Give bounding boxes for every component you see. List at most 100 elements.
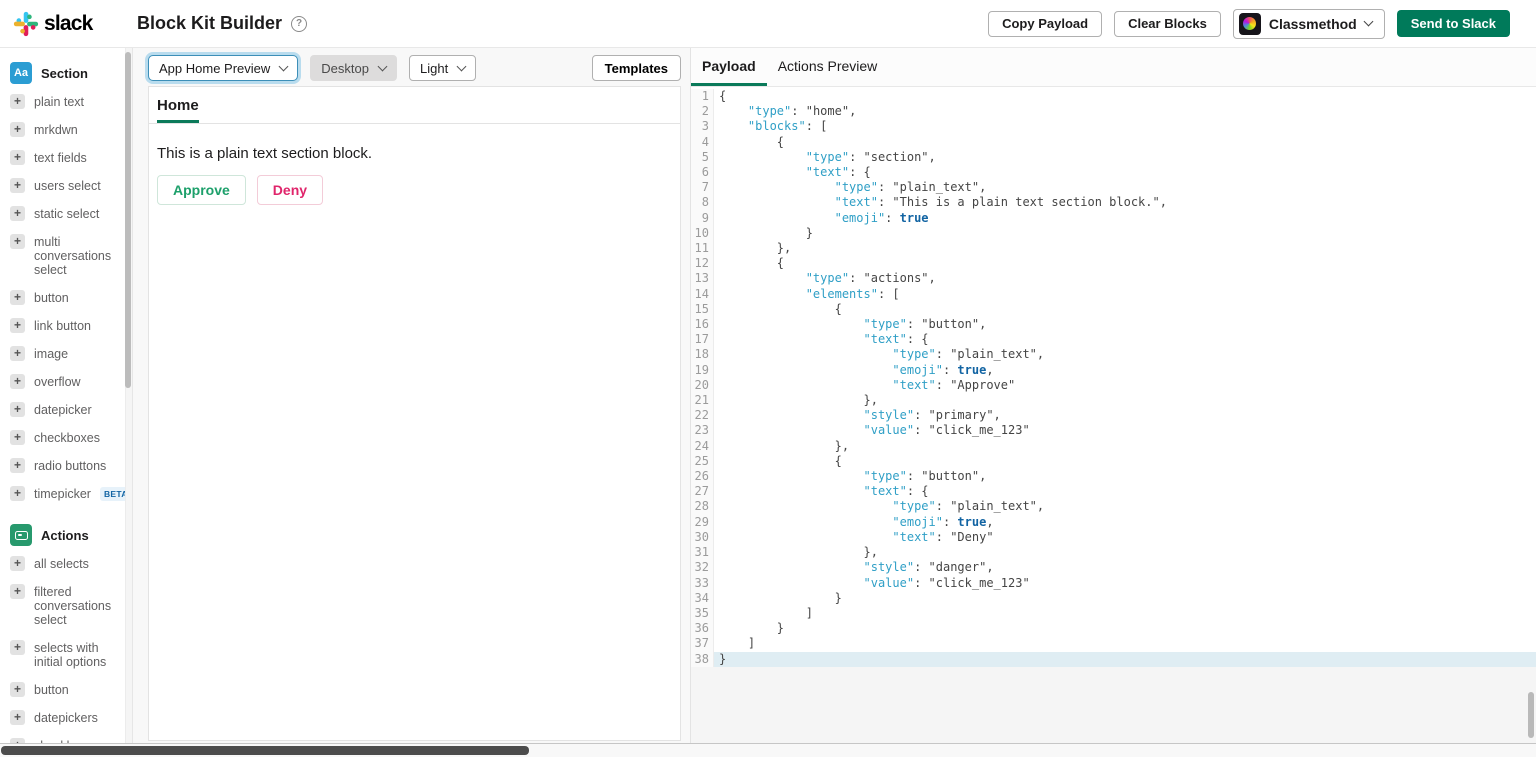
theme-value: Light — [419, 60, 449, 76]
line-number: 5 — [691, 149, 714, 166]
templates-button[interactable]: Templates — [591, 55, 681, 81]
workspace-select[interactable]: Classmethod — [1232, 8, 1385, 39]
horizontal-scrollbar-thumb[interactable] — [1, 746, 529, 755]
sidebar-item-timepicker[interactable]: + timepicker BETA — [10, 480, 132, 508]
sidebar-item-label: checkboxes — [34, 431, 101, 445]
tab-home[interactable]: Home — [157, 97, 199, 123]
main: Aa Section + plain text + mrkdwn + text fields +… — [0, 48, 1536, 743]
sidebar-item-label: all selects — [34, 557, 89, 571]
sidebar-group-actions: Actions — [10, 524, 116, 546]
sidebar-item-checkboxes[interactable]: +checkboxes — [10, 424, 116, 452]
tab-payload[interactable]: Payload — [691, 48, 767, 86]
sidebar-scrollbar-thumb[interactable] — [125, 52, 131, 388]
sidebar-item-label: multi conversations select — [34, 235, 112, 277]
line-number: 21 — [691, 393, 714, 409]
code-row: 28 "type": "plain_text", — [691, 499, 1536, 515]
line-number: 8 — [691, 195, 714, 211]
sidebar-item-radio-buttons[interactable]: + radio buttons — [10, 452, 116, 480]
preview-section-text: This is a plain text section block. — [157, 145, 373, 162]
code-row: 23 "value": "click_me_123" — [691, 423, 1536, 439]
sidebar-item-overflow[interactable]: + overflow — [10, 368, 116, 396]
code-row: 16 "type": "button", — [691, 317, 1536, 333]
line-number: 18 — [691, 347, 714, 363]
sidebar-item-static-select[interactable]: + static select — [10, 200, 116, 228]
workspace-name: Classmethod — [1268, 15, 1357, 32]
preview-mode-value: App Home Preview — [159, 60, 271, 76]
sidebar-item-label: timepicker — [34, 487, 91, 501]
sidebar-item-datepicker[interactable]: + datepicker — [10, 396, 116, 424]
code-row: 2 "type": "home", — [691, 104, 1536, 120]
code-line: { — [719, 453, 842, 468]
sidebar-item-label: users select — [34, 179, 101, 193]
approve-button[interactable]: Approve — [157, 175, 246, 205]
app-home-preview-card: Home This is a plain text section block.… — [148, 86, 681, 741]
sidebar-item-filtered-conversations-select[interactable]: + filtered conversations select — [10, 578, 116, 634]
preview-mode-select[interactable]: App Home Preview — [148, 55, 299, 81]
help-icon[interactable]: ? — [291, 15, 308, 32]
device-value: Desktop — [321, 60, 369, 76]
sidebar-item-label: selects with initial options — [34, 641, 107, 669]
sidebar-item-label: filtered conversations select — [34, 585, 112, 627]
sidebar-item-checkboxes[interactable]: +checkboxes — [10, 732, 116, 743]
plus-icon: + — [10, 584, 25, 599]
code-line: { — [719, 89, 727, 103]
code-row: 22 "style": "primary", — [691, 408, 1536, 424]
theme-select[interactable]: Light — [408, 55, 477, 81]
code-row: 35 ] — [691, 605, 1536, 622]
clear-blocks-button[interactable]: Clear Blocks — [1114, 10, 1221, 37]
code-line: "style": "danger", — [863, 560, 994, 575]
code-line: { — [719, 134, 785, 149]
payload-tabs: Payload Actions Preview — [691, 48, 1536, 87]
code-row: 9 "emoji": true — [691, 210, 1536, 226]
code-row: 7 "type": "plain_text", — [691, 180, 1536, 196]
line-number: 34 — [691, 590, 714, 606]
plus-icon: + — [10, 150, 25, 165]
code-row: 8 "text": "This is a plain text section … — [691, 195, 1536, 211]
line-number: 38 — [691, 651, 714, 667]
code-line: "elements": [ — [805, 286, 900, 301]
sidebar-item-mrkdwn[interactable]: + mrkdwn — [10, 116, 116, 144]
section-block-icon: Aa — [10, 62, 32, 84]
code-row: 14 "elements": [ — [691, 286, 1536, 302]
code-row: 1{ — [691, 89, 1536, 105]
code-line: "type": "section", — [805, 149, 936, 164]
sidebar-item-selects-with-initial-options[interactable]: + selects with initial options — [10, 634, 116, 676]
code-line: "text": { — [805, 165, 871, 180]
sidebar-item-button[interactable]: + button — [10, 676, 116, 704]
tab-actions-preview[interactable]: Actions Preview — [767, 48, 889, 86]
sidebar-item-link-button[interactable]: + link button — [10, 312, 116, 340]
payload-editor[interactable]: 1{2 "type": "home", 3 "blocks": [4 {5 "ty… — [691, 87, 1536, 667]
send-to-slack-button[interactable]: Send to Slack — [1396, 10, 1510, 37]
code-row: 30 "text": "Deny" — [691, 529, 1536, 546]
workspace-avatar — [1238, 12, 1261, 35]
sidebar-item-image[interactable]: + image — [10, 340, 116, 368]
code-line: } — [714, 651, 1536, 667]
sidebar-item-plain-text[interactable]: + plain text — [10, 88, 116, 116]
line-number: 31 — [691, 545, 714, 561]
line-number: 29 — [691, 514, 714, 530]
code-row: 12 { — [691, 256, 1536, 272]
payload-scrollbar-thumb[interactable] — [1528, 692, 1534, 738]
code-line: "text": { — [863, 484, 929, 499]
deny-button[interactable]: Deny — [256, 175, 324, 205]
sidebar-item-multi-conversations-select[interactable]: + multi conversations select — [10, 228, 116, 284]
code-row: 38} — [691, 651, 1536, 667]
horizontal-scrollbar-track[interactable] — [0, 743, 1536, 757]
copy-payload-button[interactable]: Copy Payload — [988, 10, 1103, 37]
sidebar-item-datepickers[interactable]: + datepickers — [10, 704, 116, 732]
code-row: 10 } — [691, 225, 1536, 242]
sidebar-item-users-select[interactable]: + users select — [10, 172, 116, 200]
code-row: 19 "emoji": true, — [691, 362, 1536, 378]
sidebar-item-all-selects[interactable]: + all selects — [10, 550, 116, 578]
code-row: 24 }, — [691, 438, 1536, 454]
preview-button-row: Approve Deny — [157, 175, 672, 205]
code-line: { — [719, 256, 785, 271]
preview-body: This is a plain text section block. Appr… — [149, 124, 680, 226]
slack-logo[interactable]: slack — [13, 11, 127, 37]
sidebar-item-text-fields[interactable]: + text fields — [10, 144, 116, 172]
code-row: 29 "emoji": true, — [691, 514, 1536, 530]
sidebar-item-button[interactable]: + button — [10, 284, 116, 312]
device-select[interactable]: Desktop — [310, 55, 397, 81]
sidebar-item-label: button — [34, 683, 69, 697]
preview-panel: App Home Preview Desktop Light Templates… — [133, 48, 690, 743]
